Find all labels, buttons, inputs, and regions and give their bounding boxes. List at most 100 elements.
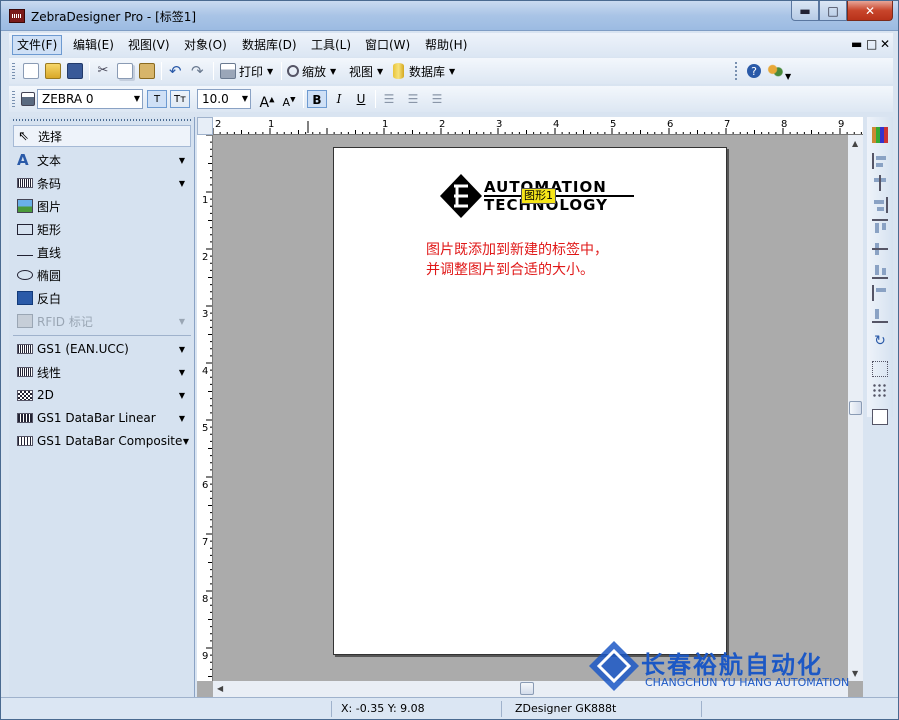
menu-view[interactable]: 视图(V) bbox=[124, 35, 174, 55]
tool-inverse[interactable]: 反白 bbox=[13, 287, 191, 309]
ruler-label: 8 bbox=[781, 119, 788, 130]
mdi-close-button[interactable]: ✕ bbox=[880, 37, 890, 51]
italic-button[interactable]: I bbox=[329, 90, 349, 108]
help-button[interactable]: ? bbox=[747, 62, 761, 80]
menu-object[interactable]: 对象(O) bbox=[180, 35, 231, 55]
printer-status: ZDesigner GK888t bbox=[515, 702, 617, 715]
2d-code-icon bbox=[17, 389, 33, 401]
toolbox-panel: ⇖ 选择 A 文本 ▼ 条码 ▼ 图片 矩形 直线 椭圆 反白 RFID 标记 ▼ GS1… bbox=[9, 117, 195, 697]
tool-select[interactable]: ⇖ 选择 bbox=[13, 125, 191, 147]
open-file-button[interactable] bbox=[45, 62, 61, 80]
horizontal-scroll-thumb[interactable] bbox=[520, 682, 534, 695]
align-left-icon: ☰ bbox=[383, 92, 395, 106]
bold-button[interactable]: B bbox=[307, 90, 327, 108]
group-icon[interactable] bbox=[872, 361, 888, 377]
floppy-disk-icon bbox=[67, 63, 83, 79]
align-right-icon[interactable] bbox=[872, 197, 888, 213]
palette-icon[interactable] bbox=[872, 127, 888, 143]
menu-edit[interactable]: 编辑(E) bbox=[69, 35, 118, 55]
ruler-corner-button[interactable] bbox=[197, 117, 213, 135]
shrink-font-button[interactable]: A▼ bbox=[279, 90, 299, 109]
menu-file[interactable]: 文件(F) bbox=[12, 35, 63, 55]
print-label: 打印 bbox=[239, 64, 264, 79]
tool-ellipse-label: 椭圆 bbox=[37, 268, 62, 283]
ruler-label: 7 bbox=[202, 537, 209, 548]
tool-2d[interactable]: 2D ▼ bbox=[13, 384, 191, 406]
view-dropdown[interactable]: 视图 ▼ bbox=[349, 62, 383, 80]
rfid-icon bbox=[17, 314, 33, 328]
menu-window[interactable]: 窗口(W) bbox=[361, 35, 414, 55]
scroll-left-icon[interactable]: ◀ bbox=[217, 684, 223, 693]
align-left-button[interactable]: ☰ bbox=[379, 90, 399, 108]
toolbar-grip[interactable] bbox=[12, 63, 15, 79]
save-button[interactable] bbox=[67, 62, 83, 80]
cut-button[interactable]: ✂ bbox=[95, 62, 111, 80]
ruler-label: 6 bbox=[202, 480, 209, 491]
title-bar[interactable]: ZebraDesigner Pro - [标签1] ▬ □ ✕ bbox=[1, 1, 898, 31]
status-bar: X: -0.35 Y: 9.08 ZDesigner GK888t bbox=[1, 697, 898, 719]
tool-databar-composite-label: GS1 DataBar Composite bbox=[37, 434, 183, 448]
properties-icon[interactable] bbox=[872, 409, 888, 425]
menu-tools[interactable]: 工具(L) bbox=[307, 35, 355, 55]
copy-button[interactable] bbox=[117, 62, 133, 80]
tool-linear[interactable]: 线性 ▼ bbox=[13, 361, 191, 383]
print-button[interactable]: 打印 ▼ bbox=[220, 62, 273, 80]
tool-databar-composite[interactable]: GS1 DataBar Composite ▼ bbox=[13, 430, 191, 452]
align-top-icon[interactable] bbox=[872, 219, 888, 235]
align-vcenter-icon[interactable] bbox=[872, 241, 888, 257]
minimize-button[interactable]: ▬ bbox=[791, 1, 819, 21]
undo-icon: ↶ bbox=[169, 62, 182, 80]
align-left-icon[interactable] bbox=[872, 153, 888, 169]
maximize-button[interactable]: □ bbox=[819, 1, 847, 21]
automation-technology-logo[interactable]: AUTOMATION TECHNOLOGY 图形1 bbox=[440, 174, 636, 218]
mdi-minimize-button[interactable]: ▬ bbox=[851, 37, 862, 51]
zoom-button[interactable]: 缩放 ▼ bbox=[287, 62, 336, 80]
rotate-icon[interactable]: ↻ bbox=[872, 333, 888, 349]
toolbar-grip[interactable] bbox=[12, 91, 15, 107]
tool-barcode[interactable]: 条码 ▼ bbox=[13, 172, 191, 194]
new-file-button[interactable] bbox=[23, 62, 39, 80]
undo-button[interactable]: ↶ bbox=[169, 62, 182, 80]
copy-icon bbox=[117, 63, 133, 79]
align-right-button[interactable]: ☰ bbox=[427, 90, 447, 108]
magnifier-icon bbox=[287, 65, 299, 77]
vertical-scroll-thumb[interactable] bbox=[849, 401, 862, 415]
mdi-restore-button[interactable]: □ bbox=[866, 37, 877, 51]
tool-databar-linear[interactable]: GS1 DataBar Linear ▼ bbox=[13, 407, 191, 429]
printer-font-combo[interactable]: ZEBRA 0 ▼ bbox=[37, 89, 143, 109]
label-canvas[interactable]: AUTOMATION TECHNOLOGY 图形1 图片既添加到新建的标签中， … bbox=[333, 147, 727, 655]
chevron-down-icon: ▼ bbox=[178, 155, 185, 165]
printer-font-toggle[interactable]: T bbox=[147, 90, 167, 108]
tool-text[interactable]: A 文本 ▼ bbox=[13, 149, 191, 171]
windows-font-toggle[interactable]: Tт bbox=[170, 90, 190, 108]
instruction-note: 图片既添加到新建的标签中， 并调整图片到合适的大小。 bbox=[426, 242, 608, 278]
chevron-down-icon: ▼ bbox=[178, 413, 185, 423]
database-dropdown[interactable]: 数据库 ▼ bbox=[393, 62, 455, 80]
grow-font-button[interactable]: A▲ bbox=[257, 90, 277, 111]
align-hcenter-icon[interactable] bbox=[872, 175, 888, 191]
redo-button[interactable]: ↷ bbox=[191, 62, 204, 80]
underline-button[interactable]: U bbox=[351, 90, 371, 108]
tool-gs1-ean[interactable]: GS1 (EAN.UCC) ▼ bbox=[13, 338, 191, 360]
tool-picture[interactable]: 图片 bbox=[13, 195, 191, 217]
vertical-scrollbar[interactable]: ▲ ▼ bbox=[848, 135, 863, 681]
distribute-vertical-icon[interactable] bbox=[872, 307, 888, 323]
scroll-up-icon[interactable]: ▲ bbox=[852, 139, 858, 148]
align-center-button[interactable]: ☰ bbox=[403, 90, 423, 108]
distribute-horizontal-icon[interactable] bbox=[872, 285, 888, 301]
tool-rectangle[interactable]: 矩形 bbox=[13, 218, 191, 240]
tool-ellipse[interactable]: 椭圆 bbox=[13, 264, 191, 286]
zoom-label: 缩放 bbox=[302, 64, 327, 79]
align-bottom-icon[interactable] bbox=[872, 263, 888, 279]
users-button[interactable]: ▼ bbox=[767, 62, 791, 81]
menu-database[interactable]: 数据库(D) bbox=[238, 35, 301, 55]
ungroup-icon[interactable] bbox=[872, 383, 888, 399]
close-button[interactable]: ✕ bbox=[847, 1, 893, 21]
printer-font-mode-icon: T bbox=[153, 93, 161, 105]
help-icon: ? bbox=[747, 64, 761, 78]
paste-button[interactable] bbox=[139, 62, 155, 80]
design-area[interactable]: 2 1 1 2 3 4 5 6 7 8 9 1 2 3 4 5 6 7 8 9 bbox=[197, 117, 863, 697]
tool-line[interactable]: 直线 bbox=[13, 241, 191, 263]
menu-help[interactable]: 帮助(H) bbox=[421, 35, 471, 55]
font-size-combo[interactable]: 10.0 ▼ bbox=[197, 89, 251, 109]
